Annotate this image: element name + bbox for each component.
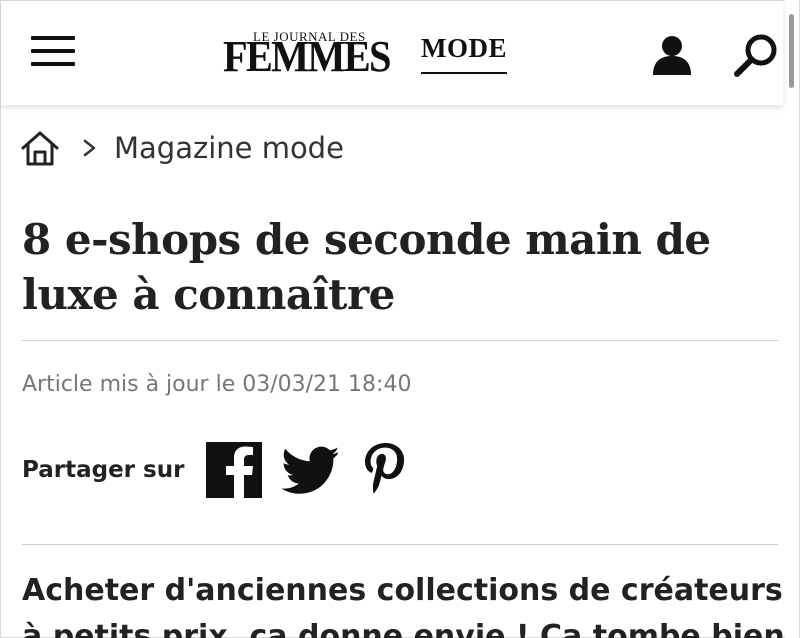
home-icon[interactable] <box>20 129 60 167</box>
logo-main-text: FEMMES <box>223 32 391 81</box>
chevron-right-icon <box>83 139 96 157</box>
scrollbar-thumb[interactable] <box>789 14 794 88</box>
pinterest-icon[interactable] <box>362 442 408 498</box>
article-lead-line: à petits prix, ça donne envie ! Ça tombe… <box>22 619 785 638</box>
article-lead-line: Acheter d'anciennes collections de créat… <box>22 573 783 608</box>
breadcrumb: Magazine mode <box>20 126 344 170</box>
share-label: Partager sur <box>22 457 185 483</box>
scrollbar[interactable] <box>785 0 799 638</box>
article-title: 8 e-shops de seconde main de luxe à conn… <box>22 215 711 319</box>
site-logo[interactable]: LE JOURNAL DES FEMMES <box>223 29 399 79</box>
search-icon[interactable] <box>733 33 779 79</box>
divider <box>22 544 778 545</box>
section-link-mode[interactable]: MODE <box>421 33 507 74</box>
divider <box>22 340 778 341</box>
facebook-icon[interactable] <box>206 442 263 498</box>
breadcrumb-link-magazine-mode[interactable]: Magazine mode <box>114 131 344 165</box>
menu-icon[interactable] <box>31 34 77 68</box>
twitter-icon[interactable] <box>282 446 339 494</box>
site-header: LE JOURNAL DES FEMMES MODE <box>1 1 783 105</box>
share-bar: Partager sur <box>22 440 408 500</box>
user-icon[interactable] <box>651 35 693 75</box>
article-updated-date: Article mis à jour le 03/03/21 18:40 <box>22 372 412 397</box>
article-lead: Acheter d'anciennes collections de créat… <box>22 568 785 638</box>
